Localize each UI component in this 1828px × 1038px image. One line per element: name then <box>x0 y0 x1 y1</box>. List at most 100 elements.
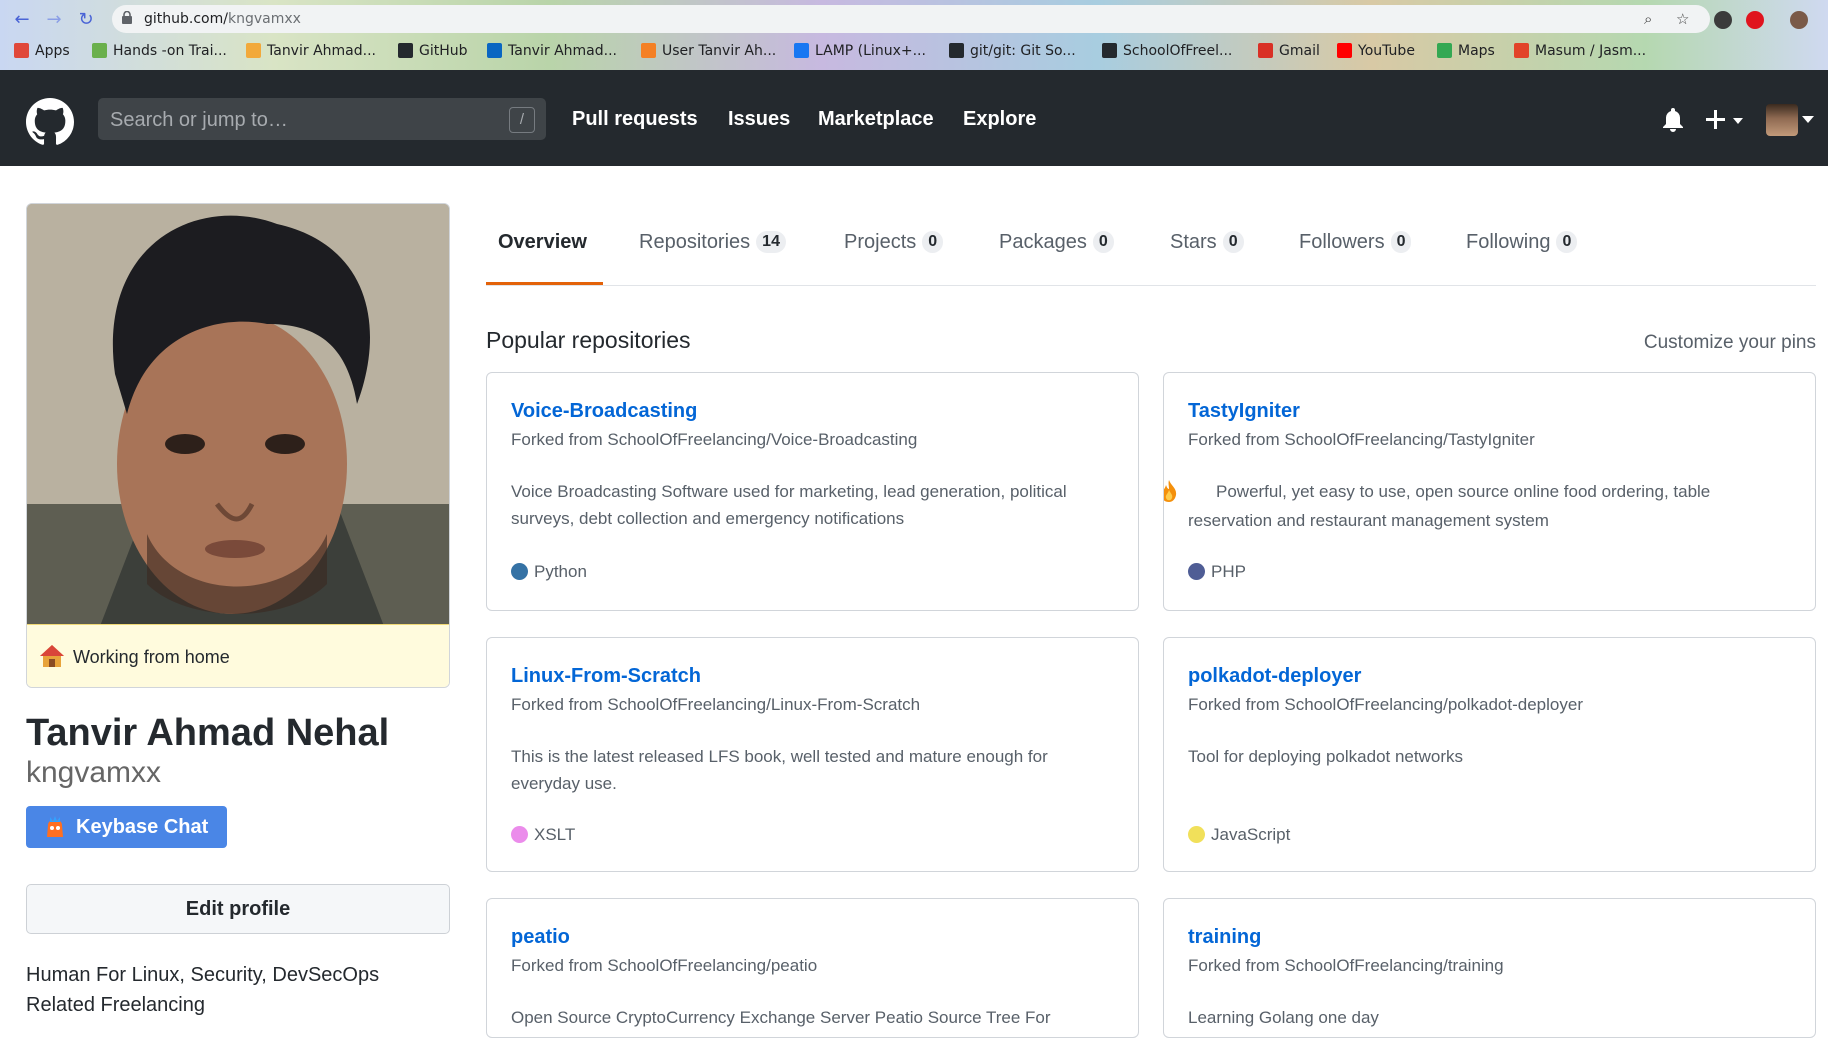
bookmark-item[interactable]: Tanvir Ahmad... <box>487 43 617 59</box>
chevron-down-icon[interactable] <box>1802 116 1814 124</box>
repo-name-link[interactable]: peatio <box>511 926 570 949</box>
bookmark-label: GitHub <box>419 43 468 59</box>
tab-projects[interactable]: Projects 0 <box>844 231 944 254</box>
repo-card: TastyIgniter Forked from SchoolOfFreelan… <box>1163 372 1816 611</box>
bookmark-favicon-icon <box>487 43 502 58</box>
repo-fork-source: Forked from SchoolOfFreelancing/training <box>1188 956 1504 975</box>
tab-followers[interactable]: Followers 0 <box>1299 231 1412 254</box>
profile-avatar-card: Working from home <box>26 203 450 688</box>
repo-card: Linux-From-Scratch Forked from SchoolOfF… <box>486 637 1139 872</box>
language-color-dot <box>1188 563 1205 580</box>
repo-card: Voice-Broadcasting Forked from SchoolOfF… <box>486 372 1139 611</box>
bookmark-item[interactable]: Hands -on Trai... <box>92 43 227 59</box>
reload-icon[interactable]: ↻ <box>74 8 98 32</box>
bookmark-star-icon[interactable]: ☆ <box>1676 10 1689 28</box>
search-shortcut-key: / <box>509 107 535 133</box>
keybase-chat-button[interactable]: Keybase Chat <box>26 806 227 848</box>
profile-bio: Human For Linux, Security, DevSecOps Rel… <box>26 964 380 1016</box>
user-status[interactable]: Working from home <box>27 624 449 687</box>
repo-name-link[interactable]: training <box>1188 926 1261 949</box>
tab-count: 14 <box>756 231 786 253</box>
profile-avatar-icon[interactable] <box>1790 11 1808 29</box>
repo-card: polkadot-deployer Forked from SchoolOfFr… <box>1163 637 1816 872</box>
repo-description-text: Powerful, yet easy to use, open source o… <box>1188 482 1711 530</box>
repo-fork-source: Forked from SchoolOfFreelancing/peatio <box>511 956 818 975</box>
language-color-dot <box>511 826 528 843</box>
url-text: github.com/kngvamxx <box>144 11 301 27</box>
opera-icon[interactable] <box>1746 11 1764 29</box>
tab-label: Stars <box>1170 231 1217 253</box>
bookmark-favicon-icon <box>794 43 809 58</box>
bookmark-favicon-icon <box>14 43 29 58</box>
profile-photo[interactable] <box>27 204 449 624</box>
nav-issues[interactable]: Issues <box>728 108 790 131</box>
customize-pins-link[interactable]: Customize your pins <box>1644 332 1816 354</box>
bookmark-item[interactable]: Maps <box>1437 43 1495 59</box>
bookmark-item[interactable]: SchoolOfFreel... <box>1102 43 1232 59</box>
bookmark-label: Masum / Jasm... <box>1535 43 1647 59</box>
bookmark-label: git/git: Git So... <box>970 43 1076 59</box>
lock-icon <box>122 11 132 24</box>
bookmarks-bar: Apps Hands -on Trai... Tanvir Ahmad... GitH… <box>0 38 1828 66</box>
address-row: ← → ↻ github.com/kngvamxx ⌕ ☆ <box>0 4 1828 34</box>
bookmark-item[interactable]: Tanvir Ahmad... <box>246 43 376 59</box>
search-input[interactable]: Search or jump to… / <box>98 98 546 140</box>
user-avatar[interactable] <box>1766 104 1798 136</box>
tab-label: Packages <box>999 231 1087 253</box>
create-new-plus-icon[interactable] <box>1706 110 1746 130</box>
tab-overview[interactable]: Overview <box>498 231 587 254</box>
tab-label: Projects <box>844 231 917 253</box>
repo-language: PHP <box>1188 562 1246 582</box>
profile-username: kngvamxx <box>26 756 162 789</box>
repo-language: XSLT <box>511 825 575 845</box>
bookmark-label: Gmail <box>1279 43 1320 59</box>
language-label: JavaScript <box>1211 825 1291 844</box>
status-text: Working from home <box>73 647 230 667</box>
bookmark-item[interactable]: git/git: Git So... <box>949 43 1076 59</box>
github-header: Search or jump to… / Pull requests Issue… <box>0 70 1828 166</box>
bookmark-label: User Tanvir Ah... <box>662 43 777 59</box>
tab-label: Repositories <box>639 231 751 253</box>
notifications-bell-icon[interactable] <box>1662 108 1684 132</box>
bookmark-item[interactable]: Apps <box>14 43 70 59</box>
repo-name-link[interactable]: Voice-Broadcasting <box>511 400 697 423</box>
bookmark-item[interactable]: GitHub <box>398 43 468 59</box>
bookmark-item[interactable]: YouTube <box>1337 43 1415 59</box>
repo-description: Learning Golang one day <box>1188 1008 1379 1027</box>
bookmark-favicon-icon <box>1258 43 1273 58</box>
bookmark-favicon-icon <box>92 43 107 58</box>
nav-marketplace[interactable]: Marketplace <box>818 108 934 131</box>
house-icon <box>40 645 64 667</box>
bookmark-label: Tanvir Ahmad... <box>508 43 617 59</box>
back-icon[interactable]: ← <box>10 8 34 32</box>
language-color-dot <box>1188 826 1205 843</box>
nav-pull-requests[interactable]: Pull requests <box>572 108 698 131</box>
tab-stars[interactable]: Stars 0 <box>1170 231 1244 254</box>
tab-label: Following <box>1466 231 1551 253</box>
bookmark-favicon-icon <box>398 43 413 58</box>
github-logo-icon[interactable] <box>26 98 74 146</box>
forward-icon[interactable]: → <box>42 8 66 32</box>
bookmark-label: SchoolOfFreel... <box>1123 43 1233 59</box>
bookmark-item[interactable]: Gmail <box>1258 43 1320 59</box>
language-label: XSLT <box>534 825 576 844</box>
extension-icon[interactable] <box>1714 11 1732 29</box>
repo-name-link[interactable]: Linux-From-Scratch <box>511 665 701 688</box>
tab-following[interactable]: Following 0 <box>1466 231 1578 254</box>
tab-count: 0 <box>1556 231 1578 253</box>
repo-language: JavaScript <box>1188 825 1290 845</box>
repo-name-link[interactable]: polkadot-deployer <box>1188 665 1361 688</box>
bookmark-label: Apps <box>35 43 70 59</box>
bookmark-item[interactable]: LAMP (Linux+... <box>794 43 926 59</box>
nav-explore[interactable]: Explore <box>963 108 1036 131</box>
zoom-icon[interactable]: ⌕ <box>1644 10 1652 28</box>
bookmark-favicon-icon <box>246 43 261 58</box>
tab-repositories[interactable]: Repositories 14 <box>639 231 786 254</box>
bookmark-item[interactable]: User Tanvir Ah... <box>641 43 776 59</box>
bookmark-item[interactable]: Masum / Jasm... <box>1514 43 1646 59</box>
bookmark-favicon-icon <box>641 43 656 58</box>
tab-packages[interactable]: Packages 0 <box>999 231 1114 254</box>
address-bar[interactable]: github.com/kngvamxx ⌕ ☆ <box>112 5 1710 33</box>
repo-name-link[interactable]: TastyIgniter <box>1188 400 1300 423</box>
edit-profile-button[interactable]: Edit profile <box>26 884 450 934</box>
